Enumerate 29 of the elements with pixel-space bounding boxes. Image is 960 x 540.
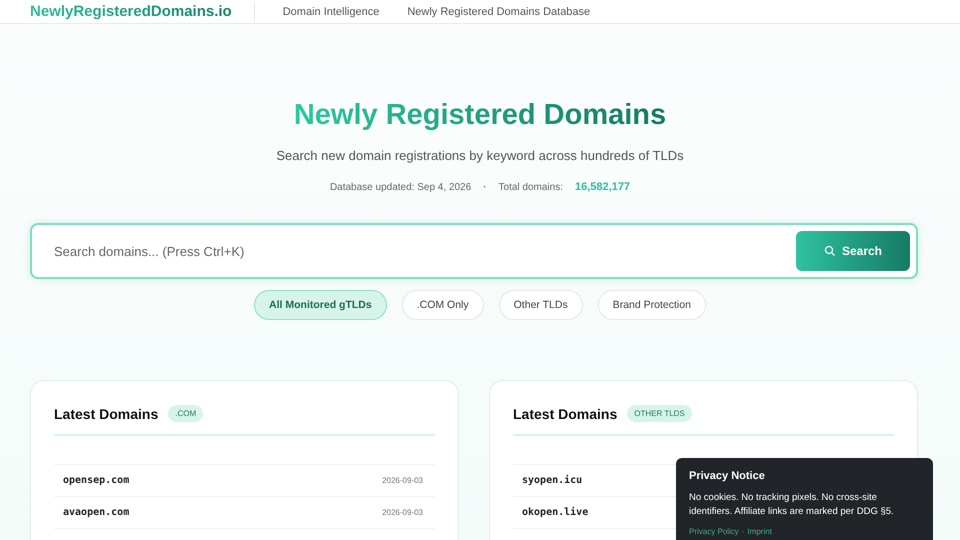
- nav-link[interactable]: Newly Registered Domains Database: [407, 4, 590, 18]
- registration-date: 2026-09-03: [382, 508, 423, 517]
- notice-title: Privacy Notice: [689, 470, 766, 482]
- filter-chip[interactable]: Other TLDs: [498, 290, 583, 320]
- total-domains-value: 16,582,177: [575, 181, 630, 193]
- card-title: Latest Domains: [513, 406, 618, 422]
- registration-date: 2026-09-03: [382, 476, 423, 485]
- card-title: Latest Domains: [54, 406, 158, 422]
- separator-dot: ·: [483, 182, 487, 192]
- notice-link[interactable]: Privacy Policy: [689, 527, 739, 536]
- domain-name[interactable]: avaopen.com: [63, 507, 130, 518]
- tld-badge: OTHER TLDS: [627, 405, 692, 422]
- total-domains-label: Total domains:: [498, 182, 563, 192]
- search-icon: [824, 245, 836, 257]
- domain-name[interactable]: syopen.icu: [522, 475, 582, 486]
- filter-chip[interactable]: .COM Only: [402, 290, 484, 320]
- link-separator: ·: [742, 527, 744, 536]
- tld-badge: .COM: [168, 405, 204, 422]
- filter-chip[interactable]: Brand Protection: [598, 290, 706, 320]
- notice-text: No cookies. No tracking pixels. No cross-site identifiers. Affiliate links are marked per DDG §5.: [689, 491, 895, 519]
- search-button[interactable]: Search: [796, 231, 910, 271]
- filter-chip[interactable]: All Monitored gTLDs: [254, 290, 387, 320]
- search-field[interactable]: Search domains... (Press Ctrl+K) Search: [30, 223, 918, 279]
- page-subtitle: Search new domain registrations by keyword across hundreds of TLDs: [276, 148, 684, 163]
- notice-link[interactable]: Imprint: [747, 527, 772, 536]
- database-updated-text: Database updated: Sep 4, 2026: [330, 182, 472, 192]
- domain-name[interactable]: opensep.com: [63, 475, 130, 486]
- nav-link[interactable]: Domain Intelligence: [282, 4, 380, 18]
- domain-name[interactable]: okopen.live: [522, 507, 588, 518]
